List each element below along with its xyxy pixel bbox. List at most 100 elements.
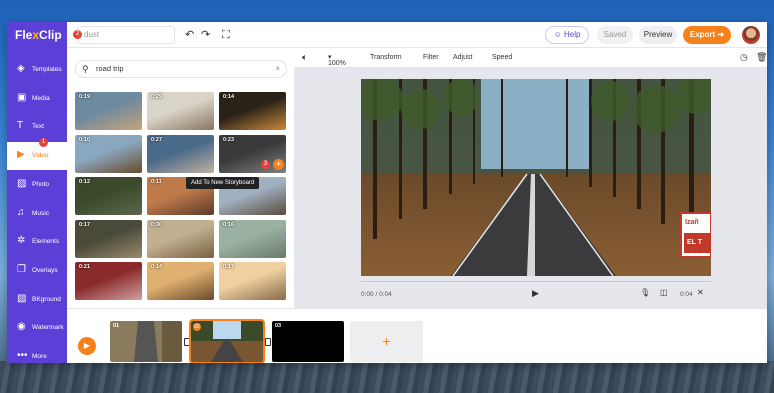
video-badge: 1 [39, 138, 48, 147]
time-readout: 0:00 / 0:04 [361, 291, 392, 298]
clip-number: 01 [113, 323, 120, 329]
duration-label: 0:12 [79, 179, 91, 185]
music-icon: ♫ [17, 206, 25, 218]
redo-icon[interactable]: ↷ [201, 28, 210, 42]
transition-icon[interactable] [265, 338, 271, 346]
timeline-clip-3[interactable]: 03 [272, 321, 344, 362]
timeline-clip-1[interactable]: 01 [110, 321, 182, 362]
duration-label: 0:27 [151, 136, 163, 143]
trash-icon[interactable]: 🗑︎ [756, 53, 767, 62]
sidebar-item-label: Text [32, 123, 44, 131]
video-thumbnail[interactable]: 0:19 [75, 92, 142, 130]
adjust-button[interactable]: Adjust [453, 54, 472, 62]
tooltip: Add To New Storyboard [186, 177, 260, 189]
video-thumbnail[interactable]: 0:12 [75, 177, 142, 215]
video-thumbnail[interactable]: 0:27 [147, 134, 214, 173]
video-thumbnail[interactable]: 0:17 [75, 219, 142, 258]
video-thumbnail[interactable]: 0:10 [75, 134, 142, 173]
help-button[interactable]: ☺ Help [545, 26, 589, 44]
sidebar-item-label: Video [32, 152, 49, 160]
video-thumbnail[interactable]: 0:14 [219, 92, 286, 130]
text-icon: T [17, 120, 24, 132]
desktop-background [0, 361, 774, 393]
video-thumbnail[interactable]: 0:21 [75, 262, 142, 300]
sidebar-item-templates[interactable]: ◈ Templates [7, 56, 67, 84]
preview-button[interactable]: Preview [639, 26, 677, 44]
split-icon[interactable]: ◫ [660, 288, 668, 297]
sidebar-item-label: Overlays [32, 266, 58, 274]
speed-button[interactable]: Speed [492, 54, 512, 62]
clip-number-badge: 02 [193, 323, 201, 331]
duration-label: 0:21 [79, 264, 91, 270]
video-thumbnail[interactable]: 0:29 [147, 92, 214, 130]
search-input[interactable]: ⚲ road trip × [75, 60, 287, 78]
clock-icon[interactable]: ◷ [740, 53, 748, 62]
video-thumbnail[interactable]: 0:17 [219, 262, 286, 300]
sidebar-item-label: Templates [32, 66, 62, 73]
sidebar-item-video[interactable]: ▶ Video [7, 142, 67, 171]
volume-icon[interactable]: 🔈︎ [302, 53, 307, 62]
sidebar-item-music[interactable]: ♫ Music [7, 200, 67, 228]
clip-number: 03 [275, 323, 282, 329]
play-icon[interactable]: ▶ [532, 288, 539, 299]
sidebar-item-watermark[interactable]: ◉ Watermark [7, 314, 67, 342]
video-thumbnail[interactable]: 0:30 [147, 219, 214, 258]
shrink-icon[interactable]: ✕ [697, 288, 704, 297]
zoom-select[interactable]: 100% ▾ [328, 54, 346, 67]
forest-road-image [361, 79, 711, 276]
duration-label: 0:10 [79, 136, 91, 143]
watermark-icon: ◉ [17, 321, 26, 333]
saved-status: Saved [597, 26, 633, 44]
undo-icon[interactable]: ↶ [185, 28, 194, 42]
media-icon: ▣ [17, 91, 27, 103]
arrow-right-icon: ➜ [717, 30, 725, 39]
edit-toolbar: 🔈︎ 100% ▾ Transform Filter Adjust Speed … [294, 48, 767, 68]
duration-label: 0:19 [79, 94, 91, 100]
sidebar-item-elements[interactable]: ✲ Elements [7, 228, 67, 256]
sidebar-item-label: Watermark [32, 324, 64, 332]
sidebar-item-label: BKground [32, 295, 61, 303]
sidebar-item-label: Music [32, 209, 49, 217]
sidebar-item-text[interactable]: T Text [7, 113, 67, 141]
fullscreen-icon[interactable]: ⛶ [222, 28, 230, 42]
video-canvas[interactable]: Izañ EL T [361, 79, 711, 276]
microphone-icon[interactable]: 🎙︎ [640, 288, 650, 297]
duration-label: 0:30 [151, 221, 163, 228]
video-thumbnail[interactable]: 0:14 [147, 262, 214, 300]
help-icon: ☺ [553, 30, 564, 39]
filter-button[interactable]: Filter [423, 54, 439, 62]
transition-icon[interactable] [184, 338, 190, 346]
sidebar-item-more[interactable]: ••• More [7, 343, 67, 363]
duration-label: 0:14 [151, 264, 163, 270]
duration-label: 0:11 [151, 179, 162, 185]
clip-1-thumbnail [110, 321, 182, 362]
duration-label: 0:14 [223, 94, 235, 100]
add-clip-button[interactable]: + [350, 321, 423, 362]
timeline-play-button[interactable]: ▶ [78, 337, 96, 355]
add-to-storyboard-button[interactable]: + [273, 159, 284, 170]
sidebar-item-label: Elements [32, 238, 60, 246]
background-icon: ▧ [17, 292, 27, 304]
more-icon: ••• [17, 350, 28, 361]
export-button[interactable]: Export ➜ [683, 26, 731, 44]
top-bar: FlexClip dust ↶ ↷ ⛶ ☺ Help Saved Preview… [7, 22, 767, 48]
transform-button[interactable]: Transform [370, 54, 402, 62]
avatar[interactable] [742, 26, 760, 44]
duration-label: 0:17 [223, 264, 235, 270]
sidebar-item-photo[interactable]: ▨ Photo [7, 171, 67, 199]
sidebar-item-label: Photo [32, 180, 49, 188]
sign-text-2: EL T [687, 239, 703, 246]
video-icon: ▶ [17, 149, 25, 161]
flexclip-logo[interactable]: FlexClip [7, 22, 67, 48]
sidebar-item-overlays[interactable]: ❐ Overlays [7, 257, 67, 285]
sidebar-item-media[interactable]: ▣ Media [7, 85, 67, 113]
video-thumbnail[interactable]: 0:16 [219, 219, 286, 258]
project-name-input[interactable]: dust [77, 26, 175, 44]
progress-bar[interactable] [361, 281, 711, 282]
overlays-icon: ❐ [17, 263, 26, 275]
sidebar-item-label: More [32, 353, 47, 360]
search-value: road trip [96, 64, 124, 73]
timeline-clip-2[interactable]: 02 [189, 319, 265, 363]
clear-search-icon[interactable]: × [275, 61, 280, 77]
sidebar-item-bkground[interactable]: ▧ BKground [7, 286, 67, 314]
